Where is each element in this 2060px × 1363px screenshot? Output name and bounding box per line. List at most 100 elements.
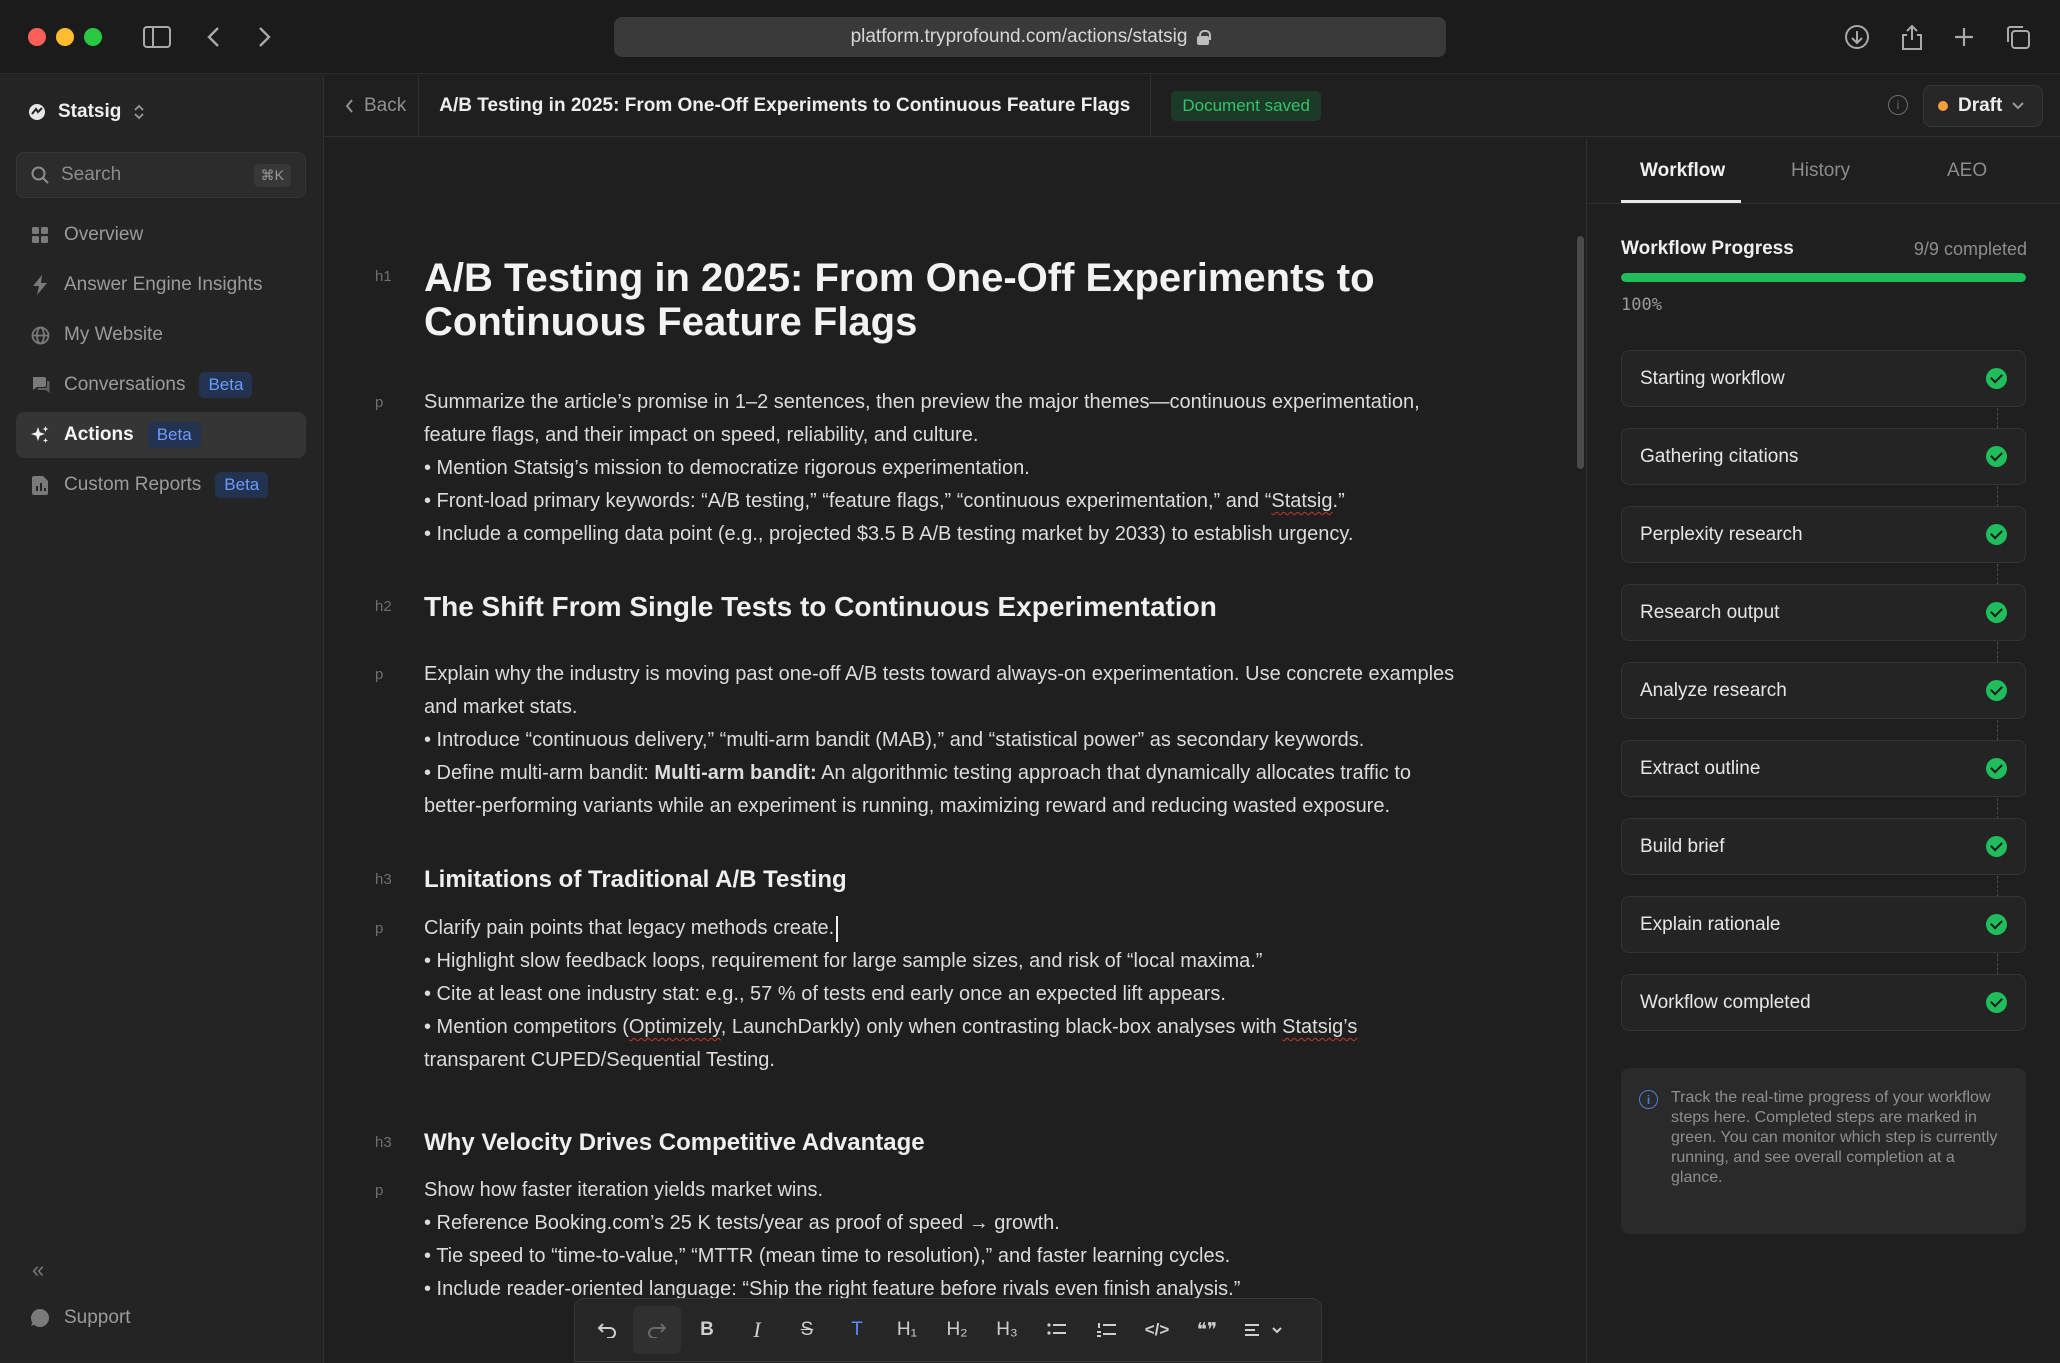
undo-icon[interactable] [583, 1306, 631, 1354]
sidebar-item-answer-engine-insights[interactable]: Answer Engine Insights [16, 262, 306, 308]
panel-tabs: Workflow History AEO [1588, 138, 2060, 204]
step-label: Workflow completed [1640, 991, 1811, 1013]
step-label: Perplexity research [1640, 523, 1803, 545]
forward-arrow-icon[interactable] [246, 18, 284, 56]
step-label: Gathering citations [1640, 445, 1799, 467]
workspace-switcher[interactable]: Statsig [28, 101, 145, 123]
block-tag: p [375, 666, 384, 683]
maximize-window-button[interactable] [84, 28, 102, 46]
workflow-step[interactable]: Starting workflow [1621, 350, 2026, 429]
beta-badge: Beta [199, 372, 253, 398]
h3-icon[interactable]: H₃ [983, 1306, 1031, 1354]
address-bar[interactable]: platform.tryprofound.com/actions/statsig [614, 17, 1446, 57]
quote-icon[interactable]: ❝❞ [1183, 1306, 1231, 1354]
chat-icon [30, 375, 50, 395]
step-label: Analyze research [1640, 679, 1787, 701]
step-label: Research output [1640, 601, 1780, 623]
search-input[interactable]: Search ⌘K [16, 152, 306, 198]
code-icon[interactable]: </> [1133, 1306, 1181, 1354]
bold-icon[interactable]: B [683, 1306, 731, 1354]
block-tag: p [375, 1182, 384, 1199]
sidebar-item-label: Custom Reports [64, 474, 202, 495]
h2-icon[interactable]: H₂ [933, 1306, 981, 1354]
workflow-step[interactable]: Explain rationale [1621, 896, 2026, 975]
close-window-button[interactable] [28, 28, 46, 46]
workflow-step[interactable]: Gathering citations [1621, 428, 2026, 507]
workflow-step[interactable]: Research output [1621, 584, 2026, 663]
sidebar-item-custom-reports[interactable]: Custom Reports Beta [16, 462, 306, 508]
check-circle-icon [1986, 680, 2007, 701]
support-label: Support [64, 1307, 131, 1328]
h1-icon[interactable]: H₁ [883, 1306, 931, 1354]
back-arrow-icon[interactable] [194, 18, 232, 56]
report-icon [30, 475, 50, 495]
info-icon[interactable]: i [1888, 95, 1908, 115]
check-circle-icon [1986, 524, 2007, 545]
sidebar: Statsig Search ⌘K Overview Answer Engine… [0, 75, 324, 1363]
paragraph-line: • Include a compelling data point (e.g.,… [424, 523, 1354, 545]
document-topbar: Back A/B Testing in 2025: From One-Off E… [325, 75, 2060, 137]
text-run: , LaunchDarkly) only when contrasting bl… [720, 1016, 1283, 1038]
sidebar-item-label: Answer Engine Insights [64, 274, 263, 295]
check-circle-icon [1986, 368, 2007, 389]
block-tag: h3 [375, 871, 392, 888]
align-icon[interactable] [1233, 1306, 1297, 1354]
document-heading[interactable]: A/B Testing in 2025: From One-Off Experi… [424, 256, 1464, 344]
share-icon[interactable] [1893, 18, 1931, 56]
back-label: Back [364, 94, 407, 116]
sidebar-item-actions[interactable]: Actions Beta [16, 412, 306, 458]
bullet-list-icon[interactable] [1033, 1306, 1081, 1354]
sidebar-item-label: Overview [64, 224, 144, 245]
chevron-left-icon [345, 98, 353, 113]
workflow-step[interactable]: Perplexity research [1621, 506, 2026, 585]
text-run: • Front-load primary keywords: “A/B test… [424, 490, 1272, 512]
ordered-list-icon[interactable] [1083, 1306, 1131, 1354]
strike-icon[interactable]: S [783, 1306, 831, 1354]
document-editor[interactable]: h1 A/B Testing in 2025: From One-Off Exp… [325, 138, 1575, 1363]
check-circle-icon [1986, 914, 2007, 935]
download-icon[interactable] [1838, 18, 1876, 56]
sidebar-item-overview[interactable]: Overview [16, 212, 306, 258]
paragraph[interactable]: Summarize the article’s promise in 1–2 s… [424, 386, 1464, 551]
back-button[interactable]: Back [325, 75, 420, 136]
check-circle-icon [1986, 446, 2007, 467]
text-run: transparent CUPED/Sequential Testing. [424, 1049, 775, 1071]
workflow-step[interactable]: Analyze research [1621, 662, 2026, 741]
step-label: Build brief [1640, 835, 1725, 857]
tab-aeo[interactable]: AEO [1947, 160, 1987, 182]
block-tag: p [375, 920, 384, 937]
new-tab-icon[interactable] [1945, 18, 1983, 56]
paragraph-line: • Mention competitors (Optimizely, Launc… [424, 1011, 1464, 1077]
collapse-sidebar-icon[interactable]: « [32, 1257, 44, 1283]
subsection-heading[interactable]: Why Velocity Drives Competitive Advantag… [424, 1128, 1464, 1158]
paragraph[interactable]: Clarify pain points that legacy methods … [424, 912, 1464, 1077]
tab-workflow[interactable]: Workflow [1640, 160, 1725, 182]
subsection-heading[interactable]: Limitations of Traditional A/B Testing [424, 865, 1464, 895]
sidebar-item-my-website[interactable]: My Website [16, 312, 306, 358]
tab-history[interactable]: History [1791, 160, 1850, 182]
minimize-window-button[interactable] [56, 28, 74, 46]
tab-overview-icon[interactable] [1999, 18, 2037, 56]
paragraph-line: • Tie speed to “time-to-value,” “MTTR (m… [424, 1245, 1231, 1267]
support-chat-icon [31, 1309, 50, 1327]
redo-icon[interactable] [633, 1306, 681, 1354]
section-heading[interactable]: The Shift From Single Tests to Continuou… [424, 590, 1464, 624]
paragraph-line: Explain why the industry is moving past … [424, 663, 1455, 718]
status-dropdown[interactable]: Draft [1923, 85, 2043, 127]
editor-scrollbar[interactable] [1573, 138, 1587, 1363]
support-button[interactable]: Support [30, 1307, 131, 1329]
workflow-progress-title: Workflow Progress [1621, 238, 1794, 259]
workflow-step[interactable]: Workflow completed [1621, 974, 2026, 1031]
document-title: A/B Testing in 2025: From One-Off Experi… [419, 75, 1152, 136]
sidebar-item-label: Conversations [64, 374, 186, 395]
sidebar-item-conversations[interactable]: Conversations Beta [16, 362, 306, 408]
paragraph[interactable]: Explain why the industry is moving past … [424, 658, 1464, 823]
scrollbar-thumb[interactable] [1577, 236, 1584, 469]
sidebar-toggle-icon[interactable] [138, 18, 176, 56]
workflow-step[interactable]: Build brief [1621, 818, 2026, 897]
workflow-step[interactable]: Extract outline [1621, 740, 2026, 819]
text-icon[interactable]: T [833, 1306, 881, 1354]
paragraph[interactable]: Show how faster iteration yields market … [424, 1174, 1464, 1306]
workflow-info-note: i Track the real-time progress of your w… [1621, 1068, 2026, 1234]
italic-icon[interactable]: I [733, 1306, 781, 1354]
